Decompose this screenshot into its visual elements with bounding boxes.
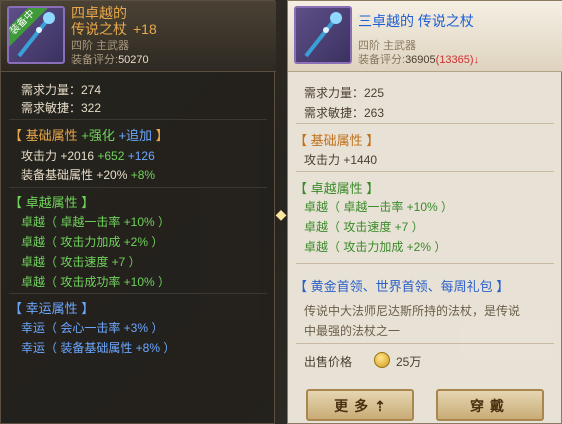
- divider: [296, 343, 554, 344]
- excellent-attr-3: 卓越（ 攻击力加成 +2% ）: [304, 240, 447, 254]
- excellent-attr-header: 【 卓越属性 】: [9, 195, 95, 210]
- excellent-attr-3: 卓越（ 攻击速度 +7 ）: [21, 255, 141, 269]
- divider: [296, 123, 554, 124]
- compare-item-panel: 三卓越的 传说之杖 四阶 主武器 装备评分:36905(13365)↓ 需求力量…: [287, 0, 562, 424]
- description-line1: 传说中大法师尼达斯所持的法杖，是传说: [304, 304, 521, 318]
- required-agility: 需求敏捷：322: [21, 101, 102, 115]
- divider: [9, 187, 267, 188]
- compare-arrow-icon: ◆: [275, 206, 287, 222]
- divider: [296, 263, 554, 264]
- price-value: 25万: [396, 355, 422, 369]
- excellent-attr-4: 卓越（ 攻击成功率 +10% ）: [21, 275, 171, 289]
- description-line2: 中最强的法杖之一: [304, 324, 401, 338]
- down-arrow-icon: ↓: [473, 54, 480, 66]
- attack-value: 攻击力 +1440: [304, 153, 378, 167]
- excellent-attr-header: 【 卓越属性 】: [294, 181, 380, 196]
- compare-item-header: 三卓越的 传说之杖 四阶 主武器 装备评分:36905(13365)↓: [288, 1, 562, 72]
- score-difference: (13365): [435, 54, 474, 66]
- more-button[interactable]: 更多⇡: [306, 389, 414, 421]
- basic-attr-header: 【 基础属性 】: [294, 133, 380, 148]
- equipped-item-header: 装备中 四卓越的 传说之杖 +18 四阶 主武器 装备评分:50270: [1, 1, 276, 72]
- luck-attr-1: 幸运（ 会心一击率 +3% ）: [21, 321, 164, 335]
- equipped-item-panel: 装备中 四卓越的 传说之杖 +18 四阶 主武器 装备评分:50270 需求力量：…: [0, 0, 276, 424]
- required-agility: 需求敏捷：263: [304, 106, 385, 120]
- item-score: 装备评分:36905(13365)↓: [358, 54, 480, 66]
- enhance-level: +18: [133, 21, 157, 37]
- excellent-attr-1: 卓越（ 卓越一击率 +10% ）: [21, 215, 171, 229]
- item-name: 三卓越的 传说之杖: [358, 13, 474, 29]
- divider: [296, 171, 554, 172]
- required-strength: 需求力量：225: [304, 86, 385, 100]
- up-arrow-icon: ⇡: [374, 398, 386, 414]
- excellent-attr-2: 卓越（ 攻击力加成 +2% ）: [21, 235, 164, 249]
- excellent-attr-1: 卓越（ 卓越一击率 +10% ）: [304, 200, 454, 214]
- attack-value: 攻击力 +2016 +652 +126: [21, 149, 155, 163]
- divider: [9, 293, 267, 294]
- staff-icon[interactable]: [294, 6, 352, 64]
- staff-icon-graphic: [304, 12, 342, 58]
- gold-coin-icon: [374, 352, 390, 368]
- excellent-attr-2: 卓越（ 攻击速度 +7 ）: [304, 220, 424, 234]
- price-label: 出售价格: [304, 355, 353, 369]
- staff-icon[interactable]: 装备中: [7, 6, 65, 64]
- equip-button[interactable]: 穿戴: [436, 389, 544, 421]
- more-button-label: 更多: [334, 398, 375, 414]
- required-strength: 需求力量：274: [21, 83, 102, 97]
- luck-attr-header: 【 幸运属性 】: [9, 301, 95, 316]
- basic-attr-header: 【 基础属性 +强化 +追加 】: [9, 128, 169, 143]
- divider: [9, 119, 267, 120]
- equip-basic-attr: 装备基础属性 +20% +8%: [21, 168, 156, 182]
- item-score: 装备评分:50270: [71, 54, 149, 66]
- luck-attr-2: 幸运（ 装备基础属性 +8% ）: [21, 341, 176, 355]
- source-header: 【 黄金首领、世界首领、每周礼包 】: [294, 279, 510, 294]
- item-name-line2: 传说之杖 +18: [71, 21, 157, 37]
